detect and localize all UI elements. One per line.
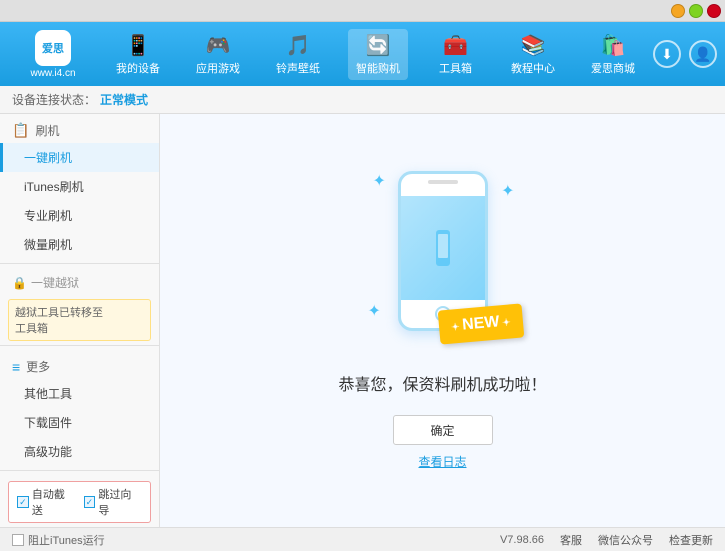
back-today-link[interactable]: 查看日志 <box>418 453 466 470</box>
confirm-button[interactable]: 确定 <box>393 415 493 445</box>
close-button[interactable] <box>707 4 721 18</box>
nav-item-my-device[interactable]: 📱 我的设备 <box>108 29 168 80</box>
flash-section-icon: 📋 <box>12 122 29 139</box>
tutorials-icon: 📚 <box>521 33 546 58</box>
official-store-icon: 🛍️ <box>601 33 626 58</box>
bottom-bar: 阻止iTunes运行 V7.98.66 客服 微信公众号 检查更新 <box>0 527 725 551</box>
skip-wizard-checkbox-box: ✓ <box>84 496 96 508</box>
sidebar-item-pro-flash[interactable]: 专业刷机 <box>0 201 159 230</box>
sidebar-item-itunes-flash[interactable]: iTunes刷机 <box>0 172 159 201</box>
minimize-button[interactable] <box>671 4 685 18</box>
check-update-link[interactable]: 检查更新 <box>669 532 713 548</box>
content-area: ✦ ✦ ✦ NEW 恭喜您，保资料刷机成功啦！ 确定 查看日志 <box>160 114 725 527</box>
download-button[interactable]: ⬇ <box>653 40 681 68</box>
sidebar-section-more: ≡ 更多 <box>0 350 159 379</box>
skip-wizard-checkbox[interactable]: ✓ 跳过向导 <box>84 486 143 518</box>
lock-icon: 🔒 <box>12 276 27 290</box>
sidebar-divider-1 <box>0 263 159 264</box>
toolbox-icon: 🧰 <box>443 33 468 58</box>
sidebar-item-one-click-flash[interactable]: 一键刷机 <box>0 143 159 172</box>
sidebar-item-download-firmware[interactable]: 下载固件 <box>0 408 159 437</box>
apps-games-label: 应用游戏 <box>196 60 240 76</box>
smart-shop-label: 智能购机 <box>356 60 400 76</box>
auto-send-checkbox-box: ✓ <box>17 496 29 508</box>
nav-item-smart-shop[interactable]: 🔄 智能购机 <box>348 29 408 80</box>
bottom-right: V7.98.66 客服 微信公众号 检查更新 <box>500 532 713 548</box>
auto-send-label: 自动截送 <box>32 486 76 518</box>
sidebar-item-micro-flash[interactable]: 微量刷机 <box>0 230 159 259</box>
top-nav: 爱思 www.i4.cn 📱 我的设备 🎮 应用游戏 🎵 铃声壁纸 🔄 智能购机… <box>0 22 725 86</box>
sidebar-item-other-tools[interactable]: 其他工具 <box>0 379 159 408</box>
nav-item-official-store[interactable]: 🛍️ 爱思商城 <box>583 29 643 80</box>
nav-item-apps-games[interactable]: 🎮 应用游戏 <box>188 29 248 80</box>
my-device-icon: 📱 <box>126 33 151 58</box>
official-store-label: 爱思商城 <box>591 60 635 76</box>
user-button[interactable]: 👤 <box>689 40 717 68</box>
ringtones-label: 铃声壁纸 <box>276 60 320 76</box>
sidebar-item-advanced[interactable]: 高级功能 <box>0 437 159 466</box>
success-text: 恭喜您，保资料刷机成功啦！ <box>338 371 546 395</box>
logo-area: 爱思 www.i4.cn <box>8 30 98 79</box>
flash-section-label: 刷机 <box>35 122 59 139</box>
smart-shop-icon: 🔄 <box>366 33 391 58</box>
title-bar <box>0 0 725 22</box>
jailbreak-warning-text: 越狱工具已转移至工具箱 <box>15 307 103 335</box>
more-section-label: 更多 <box>26 358 50 375</box>
sparkle-1: ✦ <box>373 171 386 191</box>
bottom-left: 阻止iTunes运行 <box>12 532 105 548</box>
version-label: V7.98.66 <box>500 534 544 546</box>
sidebar-section-flash: 📋 刷机 <box>0 114 159 143</box>
toolbox-label: 工具箱 <box>439 60 472 76</box>
my-device-label: 我的设备 <box>116 60 160 76</box>
apps-games-icon: 🎮 <box>206 33 231 58</box>
logo-icon: 爱思 <box>35 30 71 66</box>
sidebar: 📋 刷机 一键刷机 iTunes刷机 专业刷机 微量刷机 🔒 一键越狱 越狱工具… <box>0 114 160 527</box>
nav-item-ringtones[interactable]: 🎵 铃声壁纸 <box>268 29 328 80</box>
sidebar-divider-3 <box>0 470 159 471</box>
logo-url: www.i4.cn <box>30 68 75 79</box>
nav-item-tutorials[interactable]: 📚 教程中心 <box>503 29 563 80</box>
prevent-itunes-checkbox[interactable] <box>12 534 24 546</box>
auto-send-checkbox[interactable]: ✓ 自动截送 <box>17 486 76 518</box>
customer-service-link[interactable]: 客服 <box>560 532 582 548</box>
jailbreak-warning: 越狱工具已转移至工具箱 <box>8 299 151 341</box>
more-section-icon: ≡ <box>12 359 20 375</box>
status-value: 正常模式 <box>100 91 148 108</box>
new-badge: NEW <box>438 303 524 344</box>
tutorials-label: 教程中心 <box>511 60 555 76</box>
prevent-itunes-area: 阻止iTunes运行 <box>12 532 105 548</box>
maximize-button[interactable] <box>689 4 703 18</box>
prevent-itunes-label: 阻止iTunes运行 <box>28 532 105 548</box>
phone-screen <box>401 196 485 300</box>
sparkle-3: ✦ <box>368 301 381 321</box>
sparkle-2: ✦ <box>501 181 514 201</box>
nav-right: ⬇ 👤 <box>653 40 717 68</box>
nav-items: 📱 我的设备 🎮 应用游戏 🎵 铃声壁纸 🔄 智能购机 🧰 工具箱 📚 教程中心… <box>98 29 653 80</box>
wechat-link[interactable]: 微信公众号 <box>598 532 653 548</box>
nav-item-toolbox[interactable]: 🧰 工具箱 <box>428 29 483 80</box>
status-bar: 设备连接状态： 正常模式 <box>0 86 725 114</box>
phone-illustration: ✦ ✦ ✦ NEW <box>363 171 523 351</box>
status-label: 设备连接状态： <box>12 91 96 108</box>
main-area: 📋 刷机 一键刷机 iTunes刷机 专业刷机 微量刷机 🔒 一键越狱 越狱工具… <box>0 114 725 527</box>
device-checkboxes: ✓ 自动截送 ✓ 跳过向导 <box>8 481 151 523</box>
sidebar-section-jailbreak: 🔒 一键越狱 <box>0 268 159 295</box>
sidebar-divider-2 <box>0 345 159 346</box>
ringtones-icon: 🎵 <box>286 33 311 58</box>
jailbreak-section-label: 一键越狱 <box>31 274 79 291</box>
skip-wizard-label: 跳过向导 <box>98 486 142 518</box>
